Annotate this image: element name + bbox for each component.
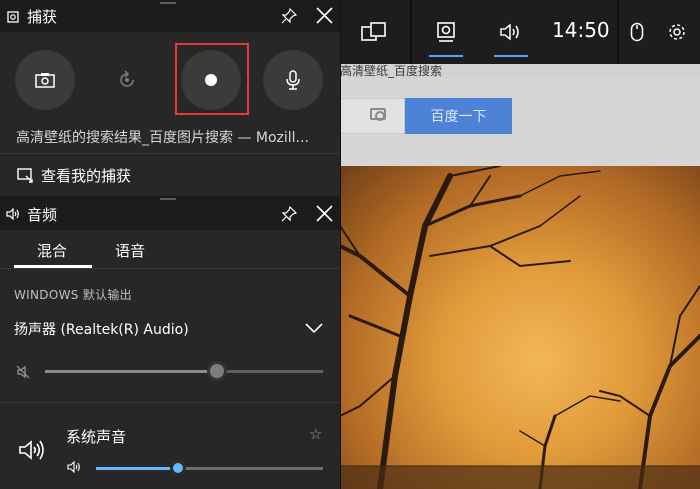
capture-panel: 捕获 高清壁纸的搜索结果_百度图片搜索 — Mozill... 查看我的捕获	[0, 0, 340, 196]
tree-silhouette	[340, 166, 700, 489]
output-device-select[interactable]: 扬声器 (Realtek(R) Audio)	[14, 319, 189, 339]
pin-icon[interactable]	[281, 206, 297, 222]
speaker-icon	[500, 23, 519, 41]
tab-mix[interactable]: 混合	[37, 240, 67, 261]
capture-window-title: 高清壁纸的搜索结果_百度图片搜索 — Mozill...	[16, 130, 309, 146]
speaker-icon	[6, 208, 19, 220]
default-output-label: WINDOWS 默认输出	[14, 288, 132, 302]
browser-tab-title[interactable]: 高清壁纸_百度搜索	[340, 64, 442, 79]
mouse-icon	[630, 22, 644, 42]
drag-handle[interactable]	[160, 2, 176, 4]
pin-icon[interactable]	[281, 8, 297, 24]
clock: 14:50	[552, 18, 610, 42]
mute-icon[interactable]	[16, 365, 32, 379]
drag-handle[interactable]	[160, 198, 176, 200]
widget-menu-icon	[361, 22, 386, 41]
browser-window: 高清壁纸_百度搜索 百度一下	[340, 64, 700, 489]
camera-icon[interactable]	[370, 108, 386, 121]
audio-header[interactable]: 音频	[0, 196, 340, 230]
chevron-down-icon[interactable]	[305, 323, 323, 333]
view-my-captures-label: 查看我的捕获	[41, 166, 132, 185]
app-name-system-sounds: 系统声音	[66, 428, 127, 446]
search-button[interactable]: 百度一下	[405, 98, 512, 134]
audio-widget-button[interactable]	[485, 0, 537, 64]
divider	[0, 268, 340, 269]
mouse-button[interactable]	[620, 0, 654, 64]
search-row: 百度一下	[340, 78, 700, 180]
slider-thumb[interactable]	[207, 361, 228, 381]
separator	[410, 0, 412, 64]
close-icon[interactable]	[316, 7, 333, 24]
capture-widget-button[interactable]	[420, 0, 472, 64]
slider-fill	[96, 467, 178, 470]
settings-button[interactable]	[660, 0, 694, 64]
panel-divider	[340, 0, 341, 489]
gallery-icon	[17, 168, 33, 183]
view-my-captures-link[interactable]: 查看我的捕获	[0, 154, 340, 196]
audio-title: 音频	[27, 206, 58, 224]
speaker-icon[interactable]	[67, 461, 81, 473]
divider	[0, 402, 340, 403]
wallpaper-image	[340, 166, 700, 489]
recording-highlight-box	[175, 43, 249, 115]
widget-menu-button[interactable]	[348, 0, 400, 64]
speaker-icon	[19, 440, 44, 460]
screenshot-button[interactable]	[15, 50, 75, 110]
tab-voice[interactable]: 语音	[115, 240, 145, 261]
favorite-star-icon[interactable]: ☆	[309, 425, 322, 443]
separator	[617, 0, 619, 64]
game-bar: 14:50	[340, 0, 700, 64]
capture-header[interactable]: 捕获	[0, 0, 340, 32]
close-icon[interactable]	[316, 205, 333, 222]
capture-icon	[7, 11, 19, 23]
slider-thumb[interactable]	[169, 460, 186, 476]
camera-icon	[35, 73, 55, 88]
slider-fill	[45, 370, 218, 373]
browser-tab-strip: 高清壁纸_百度搜索	[340, 64, 700, 78]
microphone-icon	[286, 70, 300, 90]
webcam-icon	[437, 22, 455, 42]
record-last-icon	[120, 70, 134, 87]
capture-title: 捕获	[27, 8, 58, 26]
record-last-button[interactable]	[97, 50, 157, 110]
microphone-button[interactable]	[263, 50, 323, 110]
audio-panel: 音频 混合 语音 WINDOWS 默认输出 扬声器 (Realtek(R) Au…	[0, 196, 340, 489]
gear-icon	[669, 24, 685, 40]
